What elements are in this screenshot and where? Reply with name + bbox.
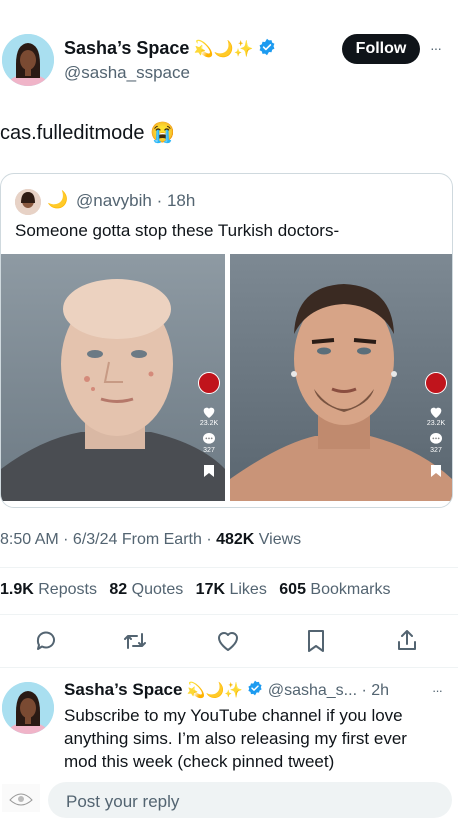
reply-author-name[interactable]: Sasha’s Space [64, 680, 182, 699]
before-face-image [1, 254, 225, 501]
reply-author-avatar[interactable] [2, 682, 54, 734]
after-face-image [230, 254, 452, 501]
stat-reposts[interactable]: 1.9K Reposts [0, 581, 97, 598]
before-side-actions: 23.2K 327 [197, 372, 221, 478]
repost-button[interactable] [122, 629, 148, 653]
divider [0, 667, 458, 668]
reply-time: · 2h [361, 682, 390, 699]
comments-count: 327 [203, 447, 215, 454]
likes-count: 23.2K [426, 420, 446, 427]
post-timestamp-row: 8:50 AM · 6/3/24 From Earth · 482K Views [0, 531, 301, 549]
author-avatar[interactable] [2, 34, 54, 86]
share-button[interactable] [396, 628, 418, 652]
bookmark-flag-icon[interactable] [203, 464, 215, 478]
after-side-actions: 23.2K 327 [424, 372, 448, 478]
stat-likes[interactable]: 17K Likes [196, 581, 267, 598]
bookmark-button[interactable] [306, 629, 326, 653]
reply-input-placeholder: Post your reply [66, 792, 180, 811]
composer-avatar [2, 784, 40, 812]
quoted-handle[interactable]: @navybih [76, 191, 152, 210]
heart-icon[interactable] [201, 404, 217, 420]
divider [0, 567, 458, 568]
verified-badge-icon [247, 680, 263, 701]
post-timestamp: 8:50 AM · 6/3/24 From Earth · [0, 531, 217, 548]
views-count: 482K [216, 531, 255, 548]
quoted-media-before[interactable]: 23.2K 327 [1, 254, 225, 501]
author-name-emojis: 💫🌙✨ [193, 41, 254, 58]
author-handle[interactable]: @sasha_sspace [64, 63, 190, 83]
creator-avatar-icon[interactable] [198, 372, 220, 394]
quoted-media-after[interactable]: 23.2K 327 [230, 254, 452, 501]
likes-count: 23.2K [199, 420, 219, 427]
quoted-post[interactable]: 🌙 @navybih · 18h Someone gotta stop thes… [0, 173, 453, 508]
quoted-time: · 18h [156, 191, 196, 210]
divider [0, 614, 458, 615]
post-text: cas.fulleditmode 😭 [0, 120, 175, 145]
reply-more-options-icon[interactable]: ··· [432, 683, 443, 698]
quoted-text: Someone gotta stop these Turkish doctors… [15, 221, 340, 240]
reply-name-emojis: 💫🌙✨ [186, 682, 243, 699]
engagement-stats: 1.9K Reposts 82 Quotes 17K Likes 605 Boo… [0, 581, 390, 599]
follow-button[interactable]: Follow [342, 34, 420, 64]
post-text-emoji: 😭 [150, 122, 175, 144]
stat-bookmarks[interactable]: 605 Bookmarks [279, 581, 390, 598]
more-options-icon[interactable]: ··· [430, 40, 442, 56]
creator-avatar-icon[interactable] [425, 372, 447, 394]
views-label: Views [254, 531, 302, 548]
like-button[interactable] [216, 630, 240, 652]
stat-quotes[interactable]: 82 Quotes [109, 581, 183, 598]
reply-button[interactable] [34, 629, 58, 653]
reply-composer[interactable]: Post your reply [48, 782, 452, 818]
comments-count: 327 [430, 447, 442, 454]
post-text-body: cas.fulleditmode [0, 122, 145, 144]
reply-header: Sasha’s Space 💫🌙✨ @sasha_s... · 2h [64, 680, 389, 701]
quoted-handle-row: @navybih · 18h [76, 191, 195, 211]
verified-badge-icon [258, 38, 276, 61]
quoted-author-emoji: 🌙 [47, 190, 69, 209]
quoted-author-avatar[interactable] [15, 189, 41, 215]
heart-icon[interactable] [428, 404, 444, 420]
reply-text: Subscribe to my YouTube channel if you l… [64, 706, 407, 771]
bookmark-flag-icon[interactable] [430, 464, 442, 478]
author-name-row: Sasha’s Space 💫🌙✨ [64, 38, 276, 61]
comment-bubble-icon[interactable] [201, 431, 217, 447]
reply-handle[interactable]: @sasha_s... [268, 682, 357, 699]
author-name[interactable]: Sasha’s Space [64, 38, 189, 58]
comment-bubble-icon[interactable] [428, 431, 444, 447]
